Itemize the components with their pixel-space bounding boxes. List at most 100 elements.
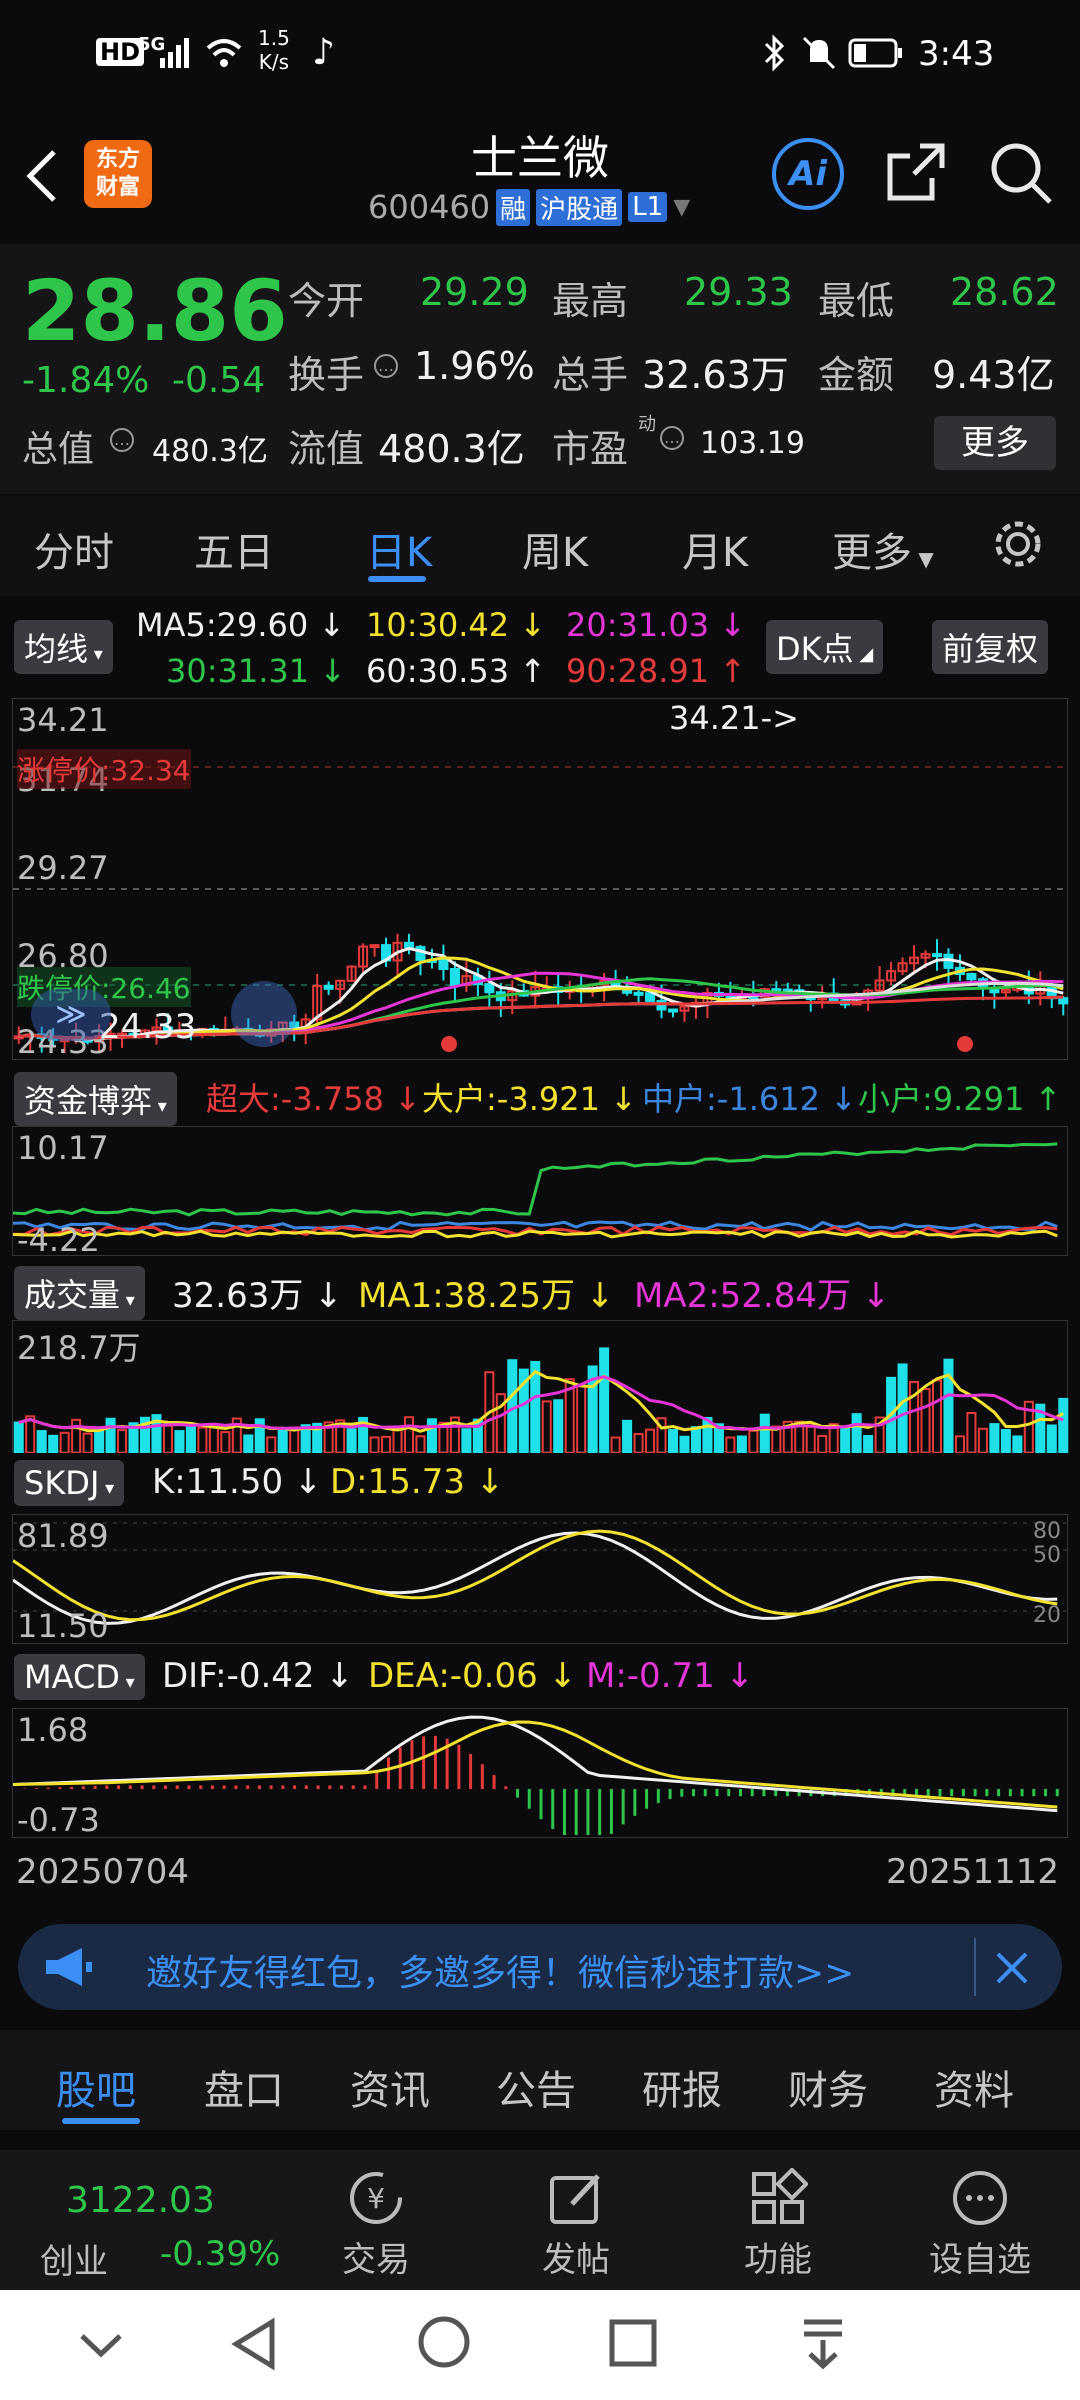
date-start: 20250704 xyxy=(16,1852,190,1892)
tab-weekly[interactable]: 周K xyxy=(522,520,588,578)
nav-recents-icon[interactable] xyxy=(608,2318,658,2368)
skdj-selector[interactable]: SKDJ ▾ xyxy=(14,1460,125,1506)
tab-pankou[interactable]: 盘口 xyxy=(204,2058,284,2116)
tab-more[interactable]: 更多 ▼ xyxy=(832,520,934,578)
volume-bar xyxy=(725,1436,736,1453)
volume-bar xyxy=(36,1430,47,1453)
amount-value: 9.43亿 xyxy=(932,353,1055,397)
bottom-dock: 3122.03 创业 -0.39% ¥ 交易 发帖 功能 设自选 xyxy=(0,2150,1080,2290)
system-nav-bar xyxy=(0,2290,1080,2400)
chevron-down-icon[interactable]: ▼ xyxy=(673,195,690,220)
volume-selector[interactable]: 成交量 ▾ xyxy=(14,1266,145,1320)
skdj-canvas xyxy=(13,1522,1069,1625)
volume-bar xyxy=(989,1423,1000,1453)
tab-news[interactable]: 资讯 xyxy=(350,2058,430,2116)
candle-body xyxy=(449,968,460,987)
back-icon[interactable] xyxy=(22,146,62,206)
fund-mid: 中户:-1.612 ↓ xyxy=(642,1080,857,1118)
fund-selector[interactable]: 资金博弈 ▾ xyxy=(14,1072,177,1126)
tab-research[interactable]: 研报 xyxy=(642,2058,722,2116)
volume-ma1: MA1:38.25万 ↓ xyxy=(358,1276,615,1316)
candle-body xyxy=(645,992,656,1002)
info-icon[interactable]: … xyxy=(660,426,684,450)
tab-intraday[interactable]: 分时 xyxy=(34,520,114,578)
skdj-d: D:15.73 ↓ xyxy=(330,1462,505,1502)
megaphone-icon xyxy=(46,1948,92,1986)
cursor-handle[interactable] xyxy=(231,981,297,1047)
open-label: 今开 xyxy=(288,279,365,323)
function-button[interactable]: 功能 xyxy=(732,2167,824,2281)
close-icon[interactable] xyxy=(992,1948,1032,1988)
trade-button[interactable]: ¥ 交易 xyxy=(330,2168,422,2281)
dk-button[interactable]: DK点 ◢ xyxy=(766,620,884,674)
kline-chart[interactable]: 34.21 31.74 29.27 26.80 24.33 涨停价:32.34 … xyxy=(12,698,1069,1061)
nav-home-icon[interactable] xyxy=(416,2314,472,2370)
volume-bar xyxy=(690,1426,701,1453)
gear-icon[interactable] xyxy=(990,516,1046,572)
candle-body xyxy=(369,944,380,949)
info-tab-indicator xyxy=(62,2118,140,2124)
volume-bar xyxy=(185,1426,196,1453)
ma60-value: 60:30.53 ↑ xyxy=(366,652,547,690)
promo-banner[interactable]: 邀好友得红包，多邀多得！微信秒速打款>> xyxy=(18,1924,1062,2010)
add-watchlist-button[interactable]: 设自选 xyxy=(920,2168,1040,2281)
expand-handle[interactable]: ≫ xyxy=(31,989,111,1041)
volume-bar xyxy=(610,1436,621,1453)
tab-monthly[interactable]: 月K xyxy=(682,520,748,578)
bluetooth-icon xyxy=(764,34,785,72)
amount-label: 金额 xyxy=(818,353,895,397)
volume-bar xyxy=(117,1429,128,1453)
open-value: 29.29 xyxy=(420,270,529,314)
candle-body xyxy=(633,991,644,996)
hd-badge: HD xyxy=(96,38,145,66)
tab-announcement[interactable]: 公告 xyxy=(496,2058,576,2116)
search-icon[interactable] xyxy=(988,140,1054,206)
share-icon[interactable] xyxy=(884,140,948,204)
macd-dif-line xyxy=(13,1715,1058,1813)
tab-guba[interactable]: 股吧 xyxy=(56,2058,136,2116)
kline-ytick-top: 34.21 xyxy=(17,701,109,739)
info-tabs: 股吧 盘口 资讯 公告 研报 财务 资料 xyxy=(0,2030,1080,2130)
nav-back-icon[interactable] xyxy=(228,2316,278,2372)
more-circle-icon xyxy=(953,2171,1007,2225)
more-button[interactable]: 更多 xyxy=(934,416,1056,470)
tab-daily[interactable]: 日K xyxy=(366,520,432,578)
ai-button[interactable]: Ai xyxy=(772,138,844,210)
volume-chart[interactable]: 218.7万 xyxy=(12,1320,1069,1453)
turnover-label: 换手 xyxy=(288,353,365,397)
banner-text: 邀好友得红包，多邀多得！微信秒速打款>> xyxy=(146,1953,855,1994)
badge-hgt: 沪股通 xyxy=(536,188,623,226)
tab-profile[interactable]: 资料 xyxy=(934,2058,1014,2116)
volume-bar xyxy=(277,1429,288,1453)
volume-bar xyxy=(954,1435,965,1453)
skdj-k-line xyxy=(13,1531,1058,1625)
info-icon[interactable]: … xyxy=(374,354,398,378)
ma90-value: 90:28.91 ↑ xyxy=(566,652,747,690)
tab-finance[interactable]: 财务 xyxy=(788,2058,868,2116)
nav-down-icon[interactable] xyxy=(76,2324,126,2364)
volume-bar xyxy=(748,1429,759,1453)
volume-bar xyxy=(392,1427,403,1453)
nav-menu-icon[interactable] xyxy=(798,2314,848,2370)
stock-code: 600460 xyxy=(368,188,491,226)
macd-chart[interactable]: 1.68 -0.73 xyxy=(12,1708,1068,1839)
candle-body xyxy=(403,941,415,949)
adjust-button[interactable]: 前复权 xyxy=(932,620,1049,674)
skdj-ref-50: 50 xyxy=(1033,1543,1061,1568)
volume-bar xyxy=(346,1428,357,1453)
post-button[interactable]: 发帖 xyxy=(530,2168,622,2281)
volume-bar xyxy=(599,1347,610,1453)
volume-bar xyxy=(266,1436,277,1453)
macd-selector[interactable]: MACD ▾ xyxy=(14,1654,145,1700)
info-icon[interactable]: … xyxy=(110,428,134,452)
float-cap-value: 480.3亿 xyxy=(378,427,525,471)
fund-legend: 资金博弈 ▾ 超大:-3.758 ↓ 大户:-3.921 ↓ 中户:-1.612… xyxy=(0,1068,1080,1126)
fund-chart[interactable]: 10.17 -4.22 xyxy=(12,1126,1068,1259)
mute-icon xyxy=(802,36,836,70)
last-price: 28.86 xyxy=(22,262,288,360)
volume-bar xyxy=(403,1416,415,1453)
skdj-chart[interactable]: 81.89 11.50 80 50 20 xyxy=(12,1514,1069,1645)
tab-five-day[interactable]: 五日 xyxy=(194,520,274,578)
ma-selector[interactable]: 均线 ▾ xyxy=(14,620,113,674)
turnover-value: 1.96% xyxy=(414,344,535,388)
